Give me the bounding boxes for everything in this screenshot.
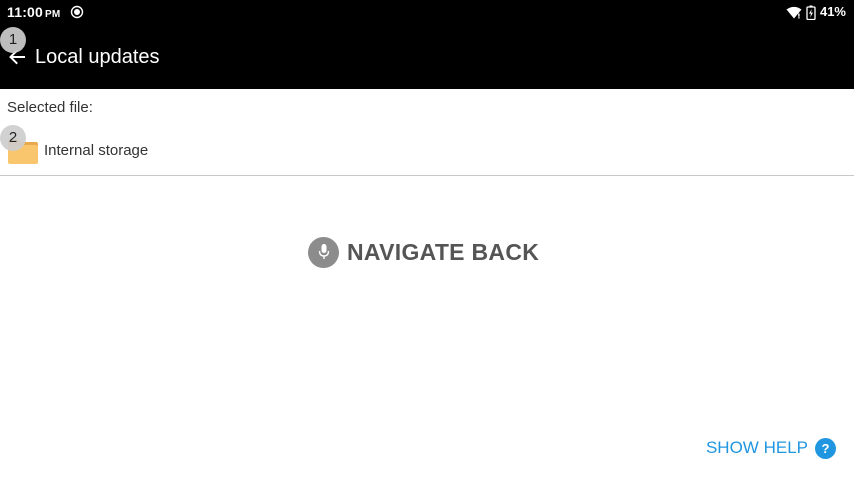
- status-time-value: 11:00: [7, 4, 44, 20]
- battery-percent: 41%: [819, 4, 846, 19]
- element-marker-1: 1: [0, 27, 26, 53]
- element-marker-2: 2: [0, 125, 26, 151]
- selected-file-label: Selected file:: [7, 99, 93, 116]
- divider: [0, 175, 854, 176]
- help-icon: ?: [815, 437, 836, 459]
- voice-command-hint: NAVIGATE BACK: [308, 236, 539, 268]
- mic-icon: [308, 236, 339, 268]
- wifi-icon: [786, 6, 802, 18]
- file-row-internal-storage[interactable]: Internal storage: [0, 128, 854, 175]
- status-right-group: 41%: [786, 4, 846, 20]
- status-bar: 11:00 PM 41%: [0, 0, 854, 24]
- status-time: 11:00 PM: [7, 4, 60, 23]
- toolbar: Local updates: [0, 24, 854, 89]
- show-help-label: SHOW HELP: [705, 438, 808, 457]
- page-title: Local updates: [35, 46, 160, 68]
- show-help-button[interactable]: SHOW HELP ?: [706, 436, 836, 460]
- voice-hint-text: NAVIGATE BACK: [347, 239, 540, 265]
- file-name: Internal storage: [44, 142, 149, 159]
- battery-charging-icon: [806, 5, 816, 20]
- sync-icon: [70, 5, 84, 19]
- status-time-ampm: PM: [45, 9, 61, 20]
